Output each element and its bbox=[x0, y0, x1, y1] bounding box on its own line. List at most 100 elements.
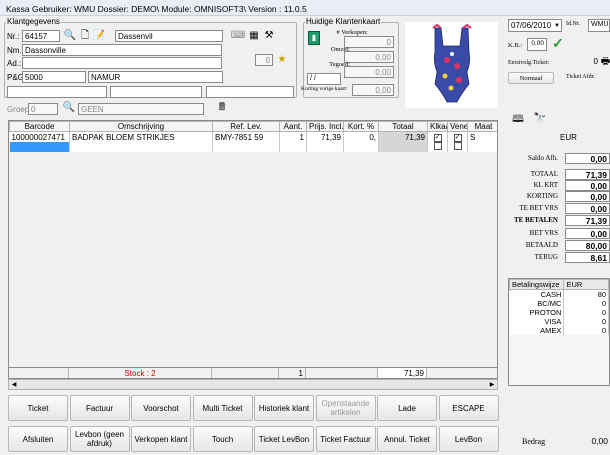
column-header[interactable]: Totaal bbox=[378, 121, 428, 132]
keyboard-icon[interactable]: ⌨ bbox=[231, 30, 245, 42]
cell-omschrijving[interactable]: BADPAK BLOEM STRIKJES bbox=[69, 131, 213, 142]
cell-aant[interactable]: 1 bbox=[279, 131, 307, 142]
payment-row[interactable]: PROTON 0 bbox=[509, 308, 609, 317]
new-cell-klkaa[interactable] bbox=[427, 142, 448, 152]
payment-amount[interactable]: 0 bbox=[563, 299, 609, 308]
printer-icon[interactable]: 🖶 bbox=[601, 56, 610, 68]
column-header[interactable]: Barcode bbox=[9, 121, 70, 132]
customer-extra-input-3[interactable] bbox=[206, 86, 294, 98]
customer-qty-input[interactable]: 0 bbox=[255, 54, 273, 66]
column-header[interactable]: Omschrijving bbox=[69, 121, 213, 132]
group-name-input[interactable]: GEEN bbox=[78, 103, 204, 115]
amount-value[interactable]: 0,00 bbox=[560, 436, 610, 446]
search-icon[interactable]: 🔍 bbox=[64, 30, 76, 42]
new-cell-maat[interactable] bbox=[467, 142, 497, 152]
column-header[interactable]: Klkaa bbox=[427, 121, 448, 132]
cell-klkaa[interactable]: ✓ bbox=[427, 131, 448, 142]
scroll-left-icon[interactable]: ◀ bbox=[10, 381, 18, 389]
cell-barcode[interactable]: 100000027471 bbox=[9, 131, 70, 142]
button-voorschot[interactable]: Voorschot bbox=[131, 395, 191, 421]
checkmark-icon[interactable]: ✓ bbox=[551, 36, 565, 50]
button-openstaande-artikelen[interactable]: Openstaande artikelen bbox=[315, 395, 376, 421]
id-input[interactable]: WMU bbox=[588, 19, 610, 32]
cell-ref[interactable]: BMY-7851 59 bbox=[212, 131, 280, 142]
button-verkopen-klant[interactable]: Verkopen klant bbox=[131, 426, 191, 452]
customer-nr-input[interactable]: 64157 bbox=[22, 30, 60, 42]
kb-input[interactable]: 0,00 bbox=[527, 38, 547, 51]
button-historiek-klant[interactable]: Historiek klant bbox=[254, 395, 314, 421]
scroll-right-icon[interactable]: ▶ bbox=[488, 381, 496, 389]
button-ticket[interactable]: Ticket bbox=[8, 395, 68, 421]
star-icon[interactable]: ★ bbox=[276, 54, 288, 66]
new-cell-kort[interactable] bbox=[343, 142, 379, 152]
cell-vene[interactable]: ✓ bbox=[447, 131, 468, 142]
next-ticket-input[interactable]: 0 bbox=[560, 56, 600, 69]
table-row[interactable]: 100000027471 BADPAK BLOEM STRIKJES BMY-785… bbox=[9, 131, 497, 142]
button-multi-ticket[interactable]: Multi Ticket bbox=[192, 395, 253, 421]
column-header[interactable]: Kort. % bbox=[343, 121, 379, 132]
new-cell-aant[interactable] bbox=[279, 142, 307, 152]
new-document-icon[interactable]: 🗋 bbox=[79, 30, 91, 42]
customer-postcode-input[interactable]: 5000 bbox=[22, 71, 86, 83]
button-afsluiten[interactable]: Afsluiten bbox=[8, 426, 68, 452]
normal-button[interactable]: Normaal bbox=[508, 72, 554, 84]
button-levbon-geen-afdruk[interactable]: Levbon (geen afdruk) bbox=[69, 426, 130, 452]
button-touch[interactable]: Touch bbox=[192, 426, 253, 452]
calculator-icon[interactable]: 🖩 bbox=[216, 102, 228, 114]
cell-maat[interactable]: S bbox=[467, 131, 497, 142]
payment-table[interactable]: Betalingswijze EUR CASH 80 BC/MC 0 PROTON 0 VI… bbox=[508, 278, 610, 386]
tools-icon[interactable]: ⚒ bbox=[263, 30, 275, 42]
chevron-down-icon[interactable]: ▼ bbox=[553, 20, 561, 31]
column-header[interactable]: Ref. Lev. bbox=[212, 121, 280, 132]
payment-amount[interactable]: 80 bbox=[563, 289, 609, 299]
new-cell-omschrijving[interactable] bbox=[69, 142, 213, 152]
payment-amount[interactable]: 0 bbox=[563, 317, 609, 326]
new-row[interactable] bbox=[9, 142, 497, 152]
new-cell-prijs[interactable] bbox=[306, 142, 344, 152]
customer-city-input[interactable]: NAMUR bbox=[88, 71, 223, 83]
button-levbon[interactable]: LevBon bbox=[438, 426, 499, 452]
sales-grid[interactable]: Barcode Omschrijving Ref. Lev. Aant. Prijs. … bbox=[8, 120, 498, 368]
payment-amount[interactable]: 0 bbox=[563, 326, 609, 335]
checkbox-new-vene[interactable] bbox=[453, 142, 462, 150]
column-header[interactable]: Aant. bbox=[279, 121, 307, 132]
new-cell-totaal[interactable] bbox=[378, 142, 428, 152]
group-input[interactable]: 0 bbox=[28, 103, 58, 115]
group-search-icon[interactable]: 🔍 bbox=[63, 102, 75, 114]
button-escape[interactable]: ESCAPE bbox=[438, 395, 499, 421]
edit-icon[interactable]: 📝 bbox=[93, 30, 105, 42]
button-annul-ticket[interactable]: Annul. Ticket bbox=[377, 426, 437, 452]
checkbox-klkaa[interactable]: ✓ bbox=[433, 134, 442, 142]
cell-kort[interactable]: 0, bbox=[343, 131, 379, 142]
binoculars-icon[interactable]: 🔭 bbox=[533, 113, 547, 125]
grid-icon[interactable]: ▦ bbox=[248, 30, 260, 42]
payment-row[interactable]: VISA 0 bbox=[509, 317, 609, 326]
horizontal-scrollbar[interactable]: ◀ ▶ bbox=[8, 379, 498, 390]
button-factuur[interactable]: Factuur bbox=[69, 395, 130, 421]
cell-prijs[interactable]: 71,39 bbox=[306, 131, 344, 142]
new-cell-ref[interactable] bbox=[212, 142, 280, 152]
new-cell-barcode[interactable] bbox=[9, 142, 70, 152]
checkbox-vene[interactable]: ✓ bbox=[453, 134, 462, 142]
payment-amount[interactable]: 0 bbox=[563, 308, 609, 317]
card-icon[interactable]: ▮ bbox=[308, 31, 320, 45]
customer-extra-input-2[interactable] bbox=[110, 86, 202, 98]
book-icon[interactable]: 🕮 bbox=[512, 114, 524, 126]
payment-row[interactable]: AMEX 0 bbox=[509, 326, 609, 335]
customer-extra-input-1[interactable] bbox=[7, 86, 107, 98]
column-header[interactable]: Prijs. Incl. bbox=[306, 121, 344, 132]
cell-totaal[interactable]: 71,39 bbox=[378, 131, 428, 142]
payment-row[interactable]: BC/MC 0 bbox=[509, 299, 609, 308]
column-header[interactable]: Maat bbox=[467, 121, 497, 132]
button-ticket-levbon[interactable]: Ticket LevBon bbox=[254, 426, 314, 452]
column-header[interactable]: Vene bbox=[447, 121, 468, 132]
customer-name-input[interactable]: Dassonville bbox=[22, 44, 222, 56]
customer-shop-input[interactable]: Dassenvil bbox=[115, 30, 223, 42]
checkbox-new-klkaa[interactable] bbox=[433, 142, 442, 150]
button-lade[interactable]: Lade bbox=[377, 395, 437, 421]
payment-row[interactable]: CASH 80 bbox=[509, 289, 609, 299]
new-cell-vene[interactable] bbox=[447, 142, 468, 152]
button-ticket-factuur[interactable]: Ticket Factuur bbox=[315, 426, 376, 452]
customer-address-input[interactable] bbox=[22, 57, 222, 69]
card-date-input[interactable]: / / bbox=[307, 73, 341, 85]
